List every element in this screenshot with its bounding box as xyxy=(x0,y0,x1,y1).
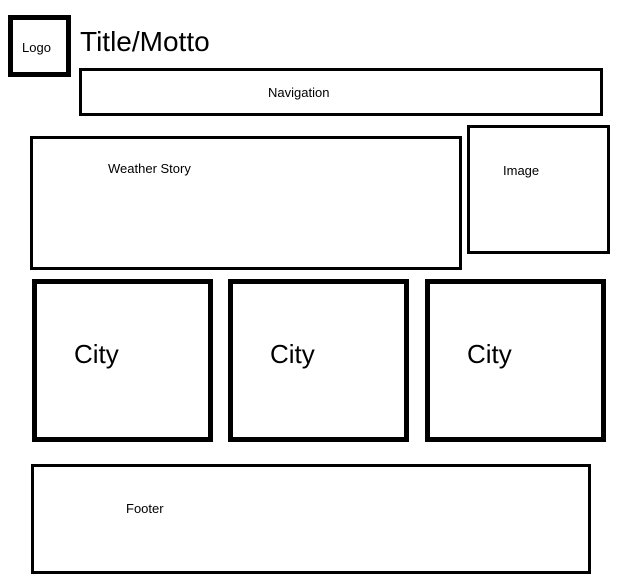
navigation-label: Navigation xyxy=(268,85,330,100)
weather-story-label: Weather Story xyxy=(108,161,191,176)
footer-label: Footer xyxy=(126,501,164,516)
weather-story-placeholder: Weather Story xyxy=(30,136,462,270)
page-title: Title/Motto xyxy=(80,26,210,57)
navigation-placeholder: Navigation xyxy=(79,68,603,116)
city-label: City xyxy=(467,339,512,369)
city-label: City xyxy=(270,339,315,369)
city-box-3: City xyxy=(425,279,606,442)
image-label: Image xyxy=(503,163,540,178)
city-label: City xyxy=(74,339,119,369)
logo-label: Logo xyxy=(22,40,51,55)
logo-placeholder: Logo xyxy=(8,15,71,77)
image-placeholder: Image xyxy=(467,125,610,254)
city-box-2: City xyxy=(228,279,409,442)
city-box-1: City xyxy=(32,279,213,442)
